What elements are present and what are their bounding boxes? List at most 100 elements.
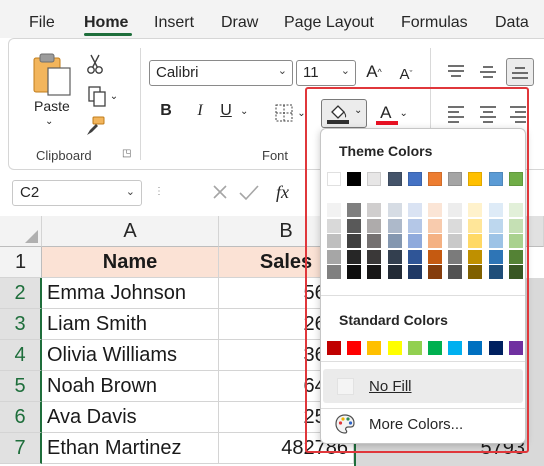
theme-shade-swatch[interactable] <box>448 203 463 217</box>
theme-color-swatch[interactable] <box>387 172 402 186</box>
theme-color-swatch[interactable] <box>407 172 422 186</box>
theme-color-swatch[interactable] <box>488 172 503 186</box>
top-align-button[interactable] <box>444 60 468 84</box>
theme-shade-swatch[interactable] <box>367 203 382 217</box>
font-size-combo[interactable]: 11 ⌄ <box>296 60 356 86</box>
theme-shade-swatch[interactable] <box>468 265 483 279</box>
table-row-name[interactable]: Emma Johnson <box>42 278 219 309</box>
theme-shade-swatch[interactable] <box>468 234 483 248</box>
theme-shade-swatch[interactable] <box>428 203 442 217</box>
table-row-name[interactable]: Olivia Williams <box>42 340 219 371</box>
theme-color-swatch[interactable] <box>448 172 463 186</box>
theme-shade-swatch[interactable] <box>407 218 422 233</box>
theme-shade-swatch[interactable] <box>407 249 422 264</box>
borders-button[interactable]: ⌄ <box>270 101 310 125</box>
table-row-name[interactable]: Liam Smith <box>42 309 219 340</box>
theme-shade-swatch[interactable] <box>327 234 341 248</box>
theme-shade-swatch[interactable] <box>407 234 422 248</box>
row-header-1[interactable]: 1 <box>0 247 42 278</box>
theme-shade-swatch[interactable] <box>347 249 362 264</box>
theme-color-swatch[interactable] <box>468 172 483 186</box>
standard-color-swatch[interactable] <box>428 341 442 355</box>
theme-shade-swatch[interactable] <box>327 249 341 264</box>
theme-shade-swatch[interactable] <box>367 218 382 233</box>
theme-shade-swatch[interactable] <box>428 249 442 264</box>
theme-shade-swatch[interactable] <box>387 265 402 279</box>
more-colors-item[interactable]: More Colors... <box>369 416 463 433</box>
insert-function-icon[interactable]: fx <box>276 182 289 203</box>
theme-shade-swatch[interactable] <box>327 218 341 233</box>
standard-color-swatch[interactable] <box>468 341 483 355</box>
standard-color-swatch[interactable] <box>327 341 341 355</box>
cut-button[interactable] <box>84 52 106 76</box>
standard-color-swatch[interactable] <box>367 341 382 355</box>
theme-shade-swatch[interactable] <box>327 203 341 217</box>
theme-shade-swatch[interactable] <box>468 203 483 217</box>
row-header-6[interactable]: 6 <box>0 402 42 433</box>
tab-draw[interactable]: Draw <box>221 14 258 32</box>
theme-shade-swatch[interactable] <box>468 249 483 264</box>
theme-shade-swatch[interactable] <box>488 265 503 279</box>
column-header-a[interactable]: A <box>42 216 219 247</box>
theme-shade-swatch[interactable] <box>428 265 442 279</box>
tab-formulas[interactable]: Formulas <box>401 14 468 32</box>
name-box[interactable]: C2 ⌄ <box>12 180 142 206</box>
theme-shade-swatch[interactable] <box>367 234 382 248</box>
select-all-corner[interactable] <box>0 216 42 247</box>
table-row-name[interactable]: Noah Brown <box>42 371 219 402</box>
theme-shade-swatch[interactable] <box>468 218 483 233</box>
bold-button[interactable]: B <box>156 102 176 120</box>
theme-shade-swatch[interactable] <box>407 203 422 217</box>
tab-file[interactable]: File <box>29 14 55 32</box>
copy-button[interactable]: ⌄ <box>82 84 122 108</box>
underline-chevron-icon[interactable]: ⌄ <box>240 106 248 117</box>
theme-shade-swatch[interactable] <box>508 203 523 217</box>
theme-color-swatch[interactable] <box>367 172 382 186</box>
format-painter-button[interactable] <box>84 114 106 138</box>
decrease-font-size-icon[interactable]: Aˇ <box>394 62 418 86</box>
align-left-button[interactable] <box>444 102 468 126</box>
align-right-button[interactable] <box>506 102 530 126</box>
theme-shade-swatch[interactable] <box>448 249 463 264</box>
tab-home[interactable]: Home <box>84 14 128 32</box>
tab-data[interactable]: Data <box>495 14 529 32</box>
standard-color-swatch[interactable] <box>407 341 422 355</box>
increase-font-size-icon[interactable]: A ^ <box>362 60 386 84</box>
standard-color-swatch[interactable] <box>508 341 523 355</box>
theme-shade-swatch[interactable] <box>508 249 523 264</box>
theme-shade-swatch[interactable] <box>488 218 503 233</box>
tab-page-layout[interactable]: Page Layout <box>284 14 374 32</box>
theme-color-swatch[interactable] <box>347 172 362 186</box>
standard-color-swatch[interactable] <box>347 341 362 355</box>
table-row-name[interactable]: Ethan Martinez <box>42 433 219 464</box>
theme-shade-swatch[interactable] <box>428 218 442 233</box>
no-fill-item[interactable]: No Fill <box>323 369 523 403</box>
theme-shade-swatch[interactable] <box>347 218 362 233</box>
fill-color-button[interactable]: ⌄ <box>321 99 367 128</box>
row-header-5[interactable]: 5 <box>0 371 42 402</box>
paste-button[interactable]: Paste ⌄ <box>26 52 76 136</box>
standard-color-swatch[interactable] <box>448 341 463 355</box>
theme-color-swatch[interactable] <box>428 172 442 186</box>
italic-button[interactable]: I <box>190 102 210 120</box>
theme-shade-swatch[interactable] <box>488 249 503 264</box>
bottom-align-button[interactable] <box>506 58 534 86</box>
theme-shade-swatch[interactable] <box>508 234 523 248</box>
standard-color-swatch[interactable] <box>387 341 402 355</box>
theme-color-swatch[interactable] <box>508 172 523 186</box>
theme-shade-swatch[interactable] <box>387 218 402 233</box>
theme-shade-swatch[interactable] <box>347 203 362 217</box>
theme-shade-swatch[interactable] <box>327 265 341 279</box>
theme-shade-swatch[interactable] <box>387 203 402 217</box>
align-center-button[interactable] <box>476 102 500 126</box>
dialog-launcher-icon[interactable]: ◳ <box>122 148 131 159</box>
font-family-combo[interactable]: Calibri ⌄ <box>149 60 293 86</box>
theme-shade-swatch[interactable] <box>508 218 523 233</box>
theme-color-swatch[interactable] <box>327 172 341 186</box>
theme-shade-swatch[interactable] <box>448 218 463 233</box>
theme-shade-swatch[interactable] <box>387 234 402 248</box>
table-row-name[interactable]: Ava Davis <box>42 402 219 433</box>
theme-shade-swatch[interactable] <box>367 265 382 279</box>
theme-shade-swatch[interactable] <box>488 203 503 217</box>
row-header-3[interactable]: 3 <box>0 309 42 340</box>
